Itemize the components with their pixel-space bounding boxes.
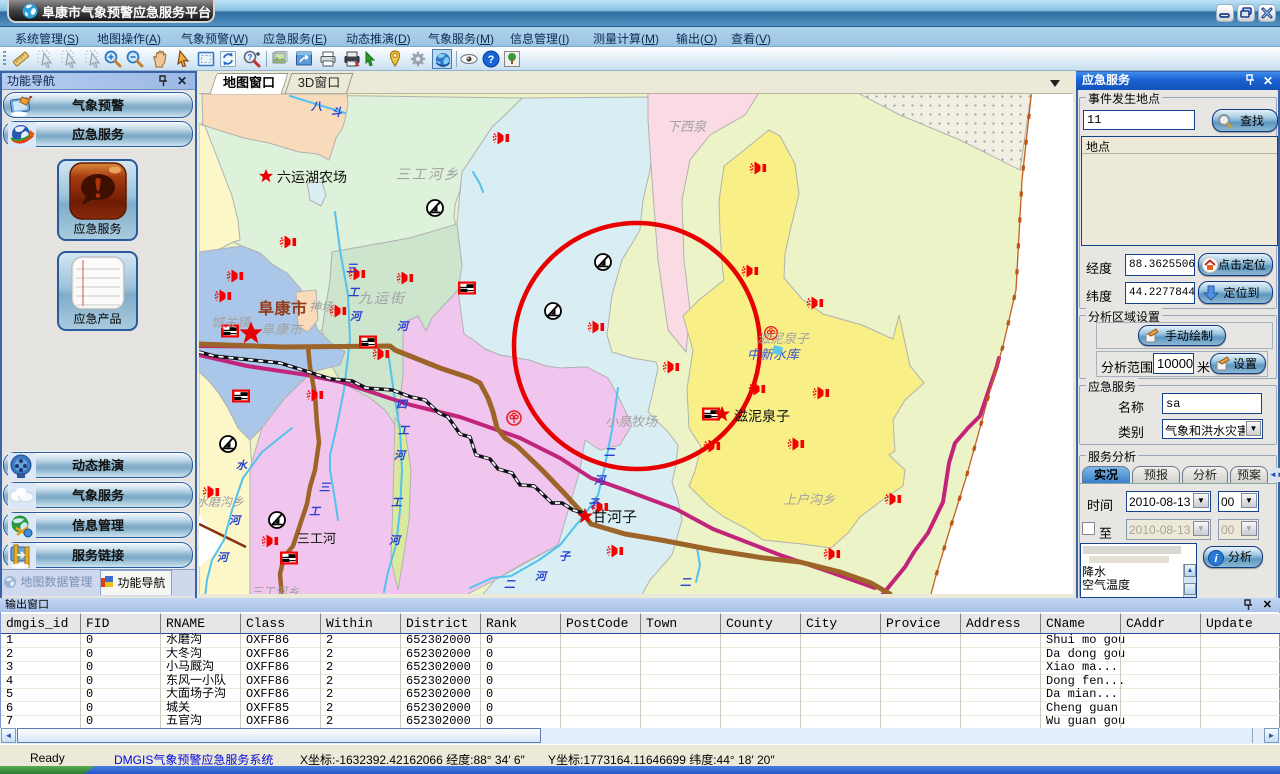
svg-text:小泉牧场: 小泉牧场 — [605, 411, 658, 430]
svg-text:滋泥泉子: 滋泥泉子 — [734, 406, 790, 426]
svg-text:八: 八 — [310, 98, 323, 114]
svg-text:城关镇: 城关镇 — [211, 312, 252, 331]
svg-text:神场: 神场 — [309, 298, 334, 315]
svg-text:二: 二 — [504, 576, 516, 592]
svg-text:下西泉: 下西泉 — [667, 116, 707, 135]
svg-text:?: ? — [488, 54, 495, 66]
svg-text:子: 子 — [588, 495, 600, 511]
svg-text:六运湖农场: 六运湖农场 — [277, 167, 347, 187]
svg-text:三工河乡: 三工河乡 — [396, 164, 460, 184]
svg-text:阜康市: 阜康市 — [258, 295, 308, 319]
svg-text:子: 子 — [559, 548, 571, 564]
svg-text:二: 二 — [604, 444, 616, 460]
svg-text:三工河: 三工河 — [297, 528, 336, 547]
svg-text:斗: 斗 — [331, 104, 343, 120]
svg-text:阜康市: 阜康市 — [261, 319, 304, 338]
svg-text:三工河乡: 三工河乡 — [251, 583, 299, 594]
svg-text:水: 水 — [236, 457, 248, 473]
svg-text:二: 二 — [680, 574, 692, 590]
svg-text:?: ? — [248, 53, 253, 62]
svg-text:上户沟乡: 上户沟乡 — [783, 489, 835, 508]
svg-text:水磨沟乡: 水磨沟乡 — [199, 493, 244, 510]
svg-text:九运街: 九运街 — [358, 288, 406, 308]
